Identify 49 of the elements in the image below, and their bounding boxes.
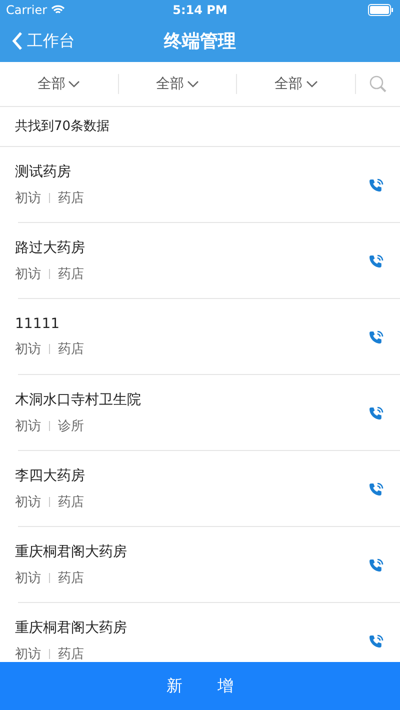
phone-icon[interactable] — [368, 406, 384, 422]
filter-dropdown[interactable]: 全部 — [237, 74, 356, 94]
visit-status: 初访 — [15, 266, 41, 283]
terminal-list-item[interactable]: 重庆桐君阁大药房 初访 药店 — [0, 527, 400, 603]
wifi-icon — [51, 5, 66, 15]
phone-icon[interactable] — [368, 558, 384, 574]
terminal-type: 药店 — [58, 266, 84, 283]
filter-dropdown[interactable]: 全部 — [0, 74, 118, 94]
page-title: 终端管理 — [162, 30, 237, 53]
terminal-list-item[interactable]: 测试药房 初访 药店 — [0, 147, 400, 223]
chevron-down-icon — [306, 80, 318, 88]
add-button[interactable]: 新 增 — [0, 662, 400, 710]
visit-status: 初访 — [15, 190, 41, 207]
phone-icon[interactable] — [368, 634, 384, 650]
visit-status: 初访 — [15, 494, 41, 511]
visit-status: 初访 — [15, 341, 41, 358]
terminal-name: 李四大药房 — [15, 467, 85, 485]
terminal-name: 测试药房 — [15, 163, 72, 181]
terminal-list-item[interactable]: 11111 初访 药店 — [0, 299, 400, 375]
terminal-list-item[interactable]: 路过大药房 初访 药店 — [0, 223, 400, 299]
terminal-type: 药店 — [58, 341, 84, 358]
terminal-name: 重庆桐君阁大药房 — [15, 619, 127, 637]
terminal-list-item[interactable]: 木洞水口寺村卫生院 初访 诊所 — [0, 375, 400, 451]
search-icon — [369, 75, 388, 93]
carrier-label: Carrier — [6, 3, 48, 17]
terminal-type: 药店 — [58, 190, 84, 207]
visit-status: 初访 — [15, 646, 41, 662]
visit-status: 初访 — [15, 418, 41, 435]
result-count: 共找到70条数据 — [0, 107, 400, 147]
chevron-down-icon — [187, 80, 199, 88]
battery-icon — [368, 4, 394, 16]
phone-icon[interactable] — [368, 254, 384, 270]
terminal-list-item[interactable]: 李四大药房 初访 药店 — [0, 451, 400, 527]
filter-dropdown[interactable]: 全部 — [118, 74, 236, 94]
terminal-name: 11111 — [15, 316, 61, 332]
terminal-type: 药店 — [58, 494, 84, 511]
phone-icon[interactable] — [368, 178, 384, 194]
terminal-name: 木洞水口寺村卫生院 — [15, 391, 141, 409]
terminal-type: 诊所 — [58, 418, 84, 435]
clock-time: 5:14 PM — [172, 3, 228, 17]
visit-status: 初访 — [15, 570, 41, 587]
terminal-type: 药店 — [58, 570, 84, 587]
chevron-down-icon — [68, 80, 80, 88]
terminal-name: 路过大药房 — [15, 239, 85, 257]
terminal-name: 重庆桐君阁大药房 — [15, 543, 127, 561]
terminal-type: 药店 — [58, 646, 84, 662]
back-icon — [12, 31, 23, 51]
phone-icon[interactable] — [368, 330, 384, 346]
phone-icon[interactable] — [368, 482, 384, 498]
